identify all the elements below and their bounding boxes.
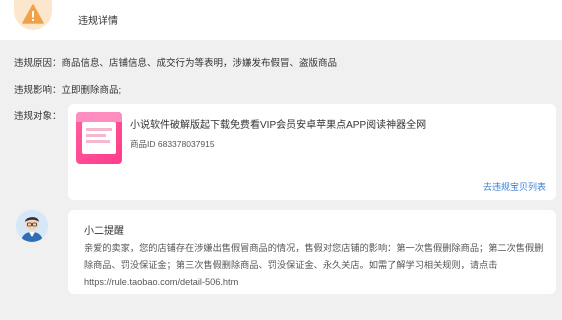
product-thumbnail[interactable] bbox=[76, 112, 122, 164]
page-title: 违规详情 bbox=[78, 16, 118, 27]
assistant-avatar-icon bbox=[16, 210, 48, 242]
violation-impact-row: 违规影响：立即删除商品; bbox=[14, 82, 121, 96]
violation-reason-row: 违规原因：商品信息、店铺信息、成交行为等表明，涉嫌发布假冒、盗版商品 bbox=[14, 55, 337, 69]
assistant-message: 小二提醒 亲爱的卖家，您的店铺存在涉嫌出售假冒商品的情况，售假对您店铺的影响：第… bbox=[68, 210, 556, 294]
violation-item-list-link[interactable]: 去违规宝贝列表 bbox=[483, 180, 546, 193]
message-body: 亲爱的卖家，您的店铺存在涉嫌出售假冒商品的情况，售假对您店铺的影响：第一次售假删… bbox=[84, 243, 544, 287]
assistant-avatar bbox=[16, 210, 48, 242]
violation-target-label: 违规对象： bbox=[14, 111, 62, 122]
product-card[interactable]: 小说软件破解版起下载免费看VIP会员安卓苹果点APP阅读神器全网 商品ID 68… bbox=[68, 104, 556, 200]
violation-impact-value: 立即删除商品; bbox=[61, 85, 122, 96]
violation-reason-label: 违规原因： bbox=[14, 58, 62, 69]
violation-reason-value: 商品信息、店铺信息、成交行为等表明，涉嫌发布假冒、盗版商品 bbox=[61, 58, 338, 69]
product-id: 商品ID 683378037915 bbox=[130, 139, 215, 149]
product-title[interactable]: 小说软件破解版起下载免费看VIP会员安卓苹果点APP阅读神器全网 bbox=[130, 116, 426, 131]
violation-impact-label: 违规影响： bbox=[14, 85, 62, 96]
header: 违规详情 bbox=[0, 0, 562, 40]
message-sender: 小二提醒 bbox=[84, 226, 124, 237]
violation-target-row: 违规对象： bbox=[14, 108, 62, 122]
warning-badge bbox=[14, 0, 52, 30]
violation-detail-page: 违规详情 违规原因：商品信息、店铺信息、成交行为等表明，涉嫌发布假冒、盗版商品 … bbox=[0, 0, 562, 320]
warning-icon bbox=[22, 4, 44, 24]
